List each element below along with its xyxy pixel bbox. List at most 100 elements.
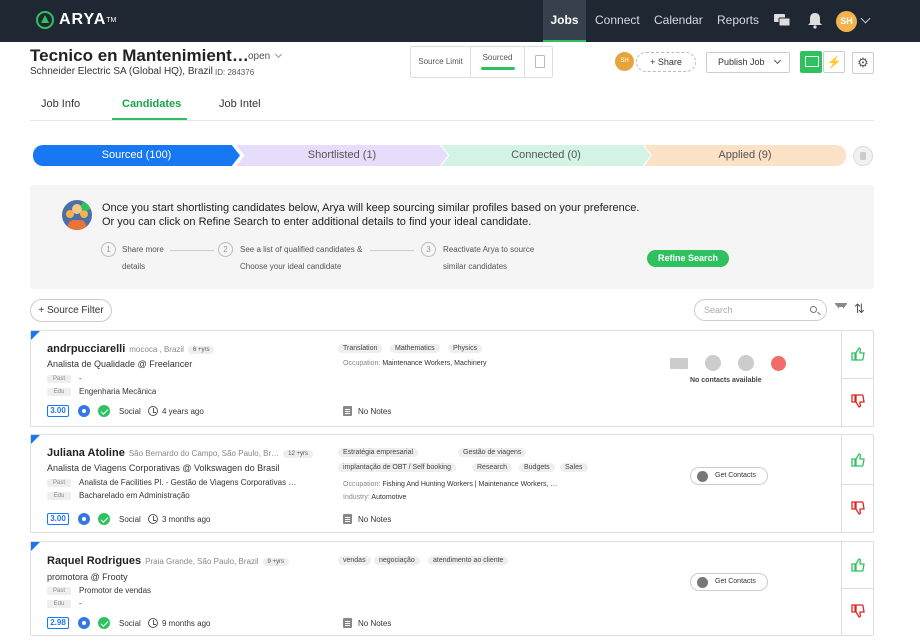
past-value: - bbox=[79, 374, 82, 383]
thumbs-up-icon[interactable] bbox=[851, 558, 865, 572]
candidate-name-row: Juliana Atoline São Bernardo do Campo, Sã… bbox=[47, 447, 313, 459]
contact-card-icon bbox=[697, 471, 708, 482]
messages-icon[interactable] bbox=[773, 11, 791, 29]
step-3-number: 3 bbox=[421, 242, 436, 257]
notes-icon[interactable] bbox=[343, 618, 352, 628]
verified-icon[interactable] bbox=[98, 513, 110, 525]
verified-icon[interactable] bbox=[98, 617, 110, 629]
candidate-location: São Bernardo do Campo, São Paulo, Br… bbox=[128, 449, 280, 458]
chat-icon[interactable] bbox=[800, 51, 822, 73]
candidate-card[interactable]: Juliana Atoline São Bernardo do Campo, Sã… bbox=[30, 434, 874, 533]
candidate-name[interactable]: Juliana Atoline bbox=[47, 447, 125, 459]
pipeline-connected[interactable]: Connected (0) bbox=[441, 145, 651, 166]
tab-candidates[interactable]: Candidates bbox=[122, 98, 181, 110]
source-icon[interactable] bbox=[78, 513, 90, 525]
tab-job-info[interactable]: Job Info bbox=[41, 98, 80, 110]
vote-column bbox=[841, 542, 874, 635]
get-contacts-button[interactable]: Get Contacts bbox=[690, 573, 768, 591]
candidate-card[interactable]: andrpucciarelli mococa , Brazil 6 +yrs Ana… bbox=[30, 330, 874, 427]
source-limit-button[interactable]: Source Limit bbox=[411, 47, 471, 77]
candidate-card[interactable]: Raquel Rodrigues Praia Grande, São Paulo,… bbox=[30, 541, 874, 636]
job-status-dropdown[interactable]: open bbox=[248, 51, 270, 62]
publish-label: Publish Job bbox=[718, 57, 765, 67]
tab-job-intel[interactable]: Job Intel bbox=[219, 98, 261, 110]
top-nav: ARYA TM Jobs Connect Calendar Reports SH bbox=[0, 0, 920, 42]
team-icon bbox=[62, 200, 92, 230]
candidate-score[interactable]: 3.00 bbox=[47, 405, 69, 417]
candidate-title: promotora @ Frooty bbox=[47, 572, 128, 582]
plus-icon: + bbox=[650, 57, 658, 67]
nav-reports[interactable]: Reports bbox=[717, 0, 759, 42]
thumbs-down-icon[interactable] bbox=[851, 394, 865, 408]
skill-tag: Research bbox=[472, 463, 512, 472]
occupation-label: Occupation: bbox=[343, 360, 381, 367]
share-button[interactable]: + Share bbox=[636, 52, 696, 72]
sort-icon[interactable]: ⇅ bbox=[854, 302, 865, 316]
get-contacts-button[interactable]: Get Contacts bbox=[690, 467, 768, 485]
brand-name: ARYA bbox=[59, 11, 107, 28]
search-input[interactable]: Search bbox=[694, 299, 827, 321]
gear-icon[interactable]: ⚙ bbox=[852, 52, 874, 74]
past-label: Past bbox=[47, 375, 71, 383]
sourced-button[interactable]: Sourced bbox=[471, 47, 525, 77]
candidate-score[interactable]: 2.98 bbox=[47, 617, 69, 629]
edu-label: Edu bbox=[47, 492, 71, 500]
sourcing-info-panel: Once you start shortlisting candidates b… bbox=[30, 185, 874, 289]
message-icon bbox=[705, 355, 721, 371]
source-filter-button[interactable]: + Source Filter bbox=[30, 299, 112, 322]
past-label: Past bbox=[47, 587, 71, 595]
source-icon[interactable] bbox=[78, 405, 90, 417]
sourced-progress-bar bbox=[480, 67, 515, 70]
user-avatar[interactable]: SH bbox=[836, 11, 857, 32]
user-menu-chevron-icon[interactable] bbox=[860, 13, 871, 24]
candidate-score[interactable]: 3.00 bbox=[47, 513, 69, 525]
company-name: Schneider Electric SA (Global HQ), Brazi… bbox=[30, 66, 213, 77]
candidate-name[interactable]: Raquel Rodrigues bbox=[47, 555, 141, 567]
filter-icon[interactable] bbox=[835, 303, 847, 315]
industry-value: Automotive bbox=[371, 494, 407, 501]
refine-search-button[interactable]: Refine Search bbox=[647, 250, 729, 267]
thumbs-up-icon[interactable] bbox=[851, 453, 865, 467]
chevron-down-icon[interactable] bbox=[274, 50, 283, 59]
thumbs-down-icon[interactable] bbox=[851, 604, 865, 618]
past-value: Promotor de vendas bbox=[79, 586, 152, 595]
thumbs-down-icon[interactable] bbox=[851, 501, 865, 515]
sourced-label: Sourced bbox=[482, 53, 513, 62]
bell-icon[interactable] bbox=[806, 11, 824, 29]
clock-icon bbox=[148, 618, 158, 628]
get-contacts-label: Get Contacts bbox=[715, 578, 756, 585]
arya-logo[interactable]: ARYA TM bbox=[36, 11, 116, 29]
step-3-line-b: similar candidates bbox=[443, 262, 508, 271]
share-label: Share bbox=[657, 57, 682, 67]
skill-tag: Physics bbox=[448, 344, 483, 353]
thumbs-up-icon[interactable] bbox=[851, 347, 865, 361]
pipeline-applied[interactable]: Applied (9) bbox=[644, 145, 846, 166]
occupation-value: Maintenance Workers, Machinery bbox=[382, 360, 487, 367]
notes-icon[interactable] bbox=[343, 514, 352, 524]
pipeline-sourced[interactable]: Sourced (100) bbox=[33, 145, 240, 166]
phone-icon bbox=[738, 355, 754, 371]
experience-badge: 12 +yrs bbox=[283, 450, 313, 458]
skill-tag: vendas bbox=[338, 556, 371, 565]
pipeline-shortlisted[interactable]: Shortlisted (1) bbox=[236, 145, 448, 166]
nav-connect[interactable]: Connect bbox=[595, 0, 640, 42]
skill-tag: Sales bbox=[560, 463, 588, 472]
notes-icon[interactable] bbox=[343, 406, 352, 416]
document-icon[interactable] bbox=[535, 55, 545, 68]
step-3-line-a: Reactivate Arya to source bbox=[443, 245, 535, 254]
candidate-name[interactable]: andrpucciarelli bbox=[47, 343, 125, 355]
publish-job-button[interactable]: Publish Job bbox=[706, 52, 790, 73]
bolt-icon[interactable]: ⚡ bbox=[823, 51, 845, 73]
owner-avatar[interactable]: SH bbox=[615, 52, 634, 71]
new-indicator bbox=[31, 435, 40, 444]
last-updated: 3 months ago bbox=[162, 515, 211, 524]
rejected-icon[interactable] bbox=[853, 146, 873, 166]
verified-icon[interactable] bbox=[98, 405, 110, 417]
nav-calendar[interactable]: Calendar bbox=[654, 0, 703, 42]
search-icon bbox=[810, 306, 817, 313]
source-icon[interactable] bbox=[78, 617, 90, 629]
nav-jobs[interactable]: Jobs bbox=[543, 0, 586, 42]
step-2-number: 2 bbox=[218, 242, 233, 257]
vote-column bbox=[841, 331, 874, 426]
step-connector bbox=[370, 250, 414, 251]
